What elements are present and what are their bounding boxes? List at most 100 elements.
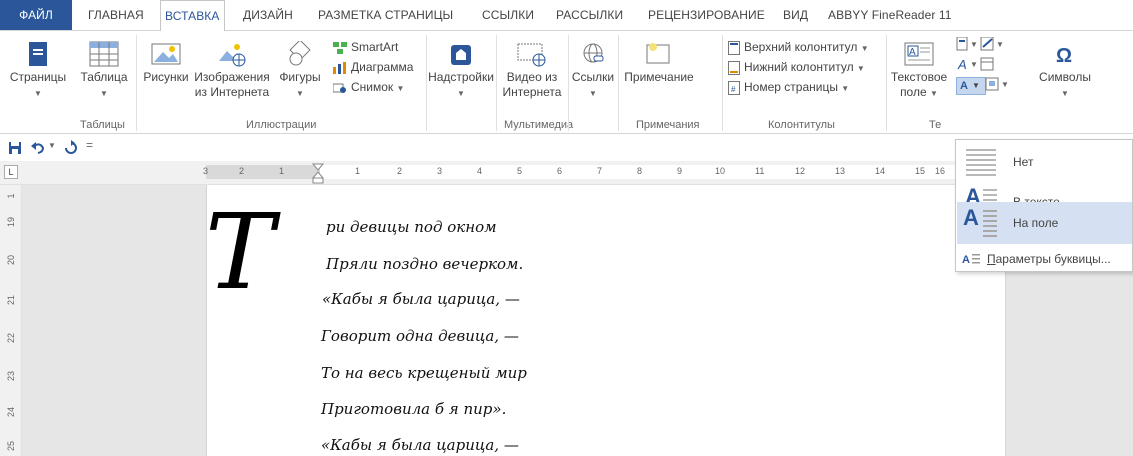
online-pictures-label-1: Изображения [194, 70, 270, 84]
tab-view[interactable]: ВИД [783, 0, 808, 30]
chevron-down-icon: ▼ [589, 89, 597, 98]
group-divider [568, 35, 569, 131]
pages-button[interactable]: Страницы ▼ [6, 41, 70, 101]
poem-line[interactable]: Говорит одна девица, — [321, 327, 519, 345]
dropcap-options-item[interactable]: A Параметры буквицы... [957, 247, 1132, 271]
vertical-ruler[interactable]: 1 19 20 21 22 23 24 25 [0, 185, 22, 456]
screenshot-button[interactable]: Снимок ▼ [333, 79, 404, 97]
poem-line[interactable]: То на весь крещеный мир [321, 364, 527, 382]
svg-text:A: A [962, 254, 970, 266]
dropcap-option-in-margin-label: На поле [1013, 216, 1059, 230]
chart-button[interactable]: Диаграмма [333, 59, 413, 75]
textbox-label-1: Текстовое [890, 70, 948, 84]
comment-button[interactable]: Примечание [620, 41, 698, 85]
symbols-button[interactable]: Ω Символы ▼ [1035, 41, 1095, 101]
date-time-button[interactable] [980, 57, 994, 75]
ruler-tick: 7 [597, 166, 603, 176]
redo-icon[interactable] [63, 140, 79, 156]
ruler-tick: 19 [6, 217, 16, 228]
header-button[interactable]: Верхний колонтитул ▼ [728, 39, 869, 57]
shapes-icon [289, 41, 311, 66]
svg-text:▼: ▼ [1001, 80, 1009, 89]
ruler-tick: 15 [915, 166, 926, 176]
poem-line[interactable]: Пряли поздно вечерком. [326, 255, 523, 273]
dropcap-options-icon: A [962, 254, 980, 266]
group-label-comments: Примечания [636, 119, 700, 131]
tab-selector-icon[interactable]: L [4, 165, 18, 179]
screenshot-icon [333, 83, 346, 93]
ruler-tick: 24 [6, 407, 16, 418]
screenshot-label: Снимок [351, 80, 394, 94]
tab-page-layout[interactable]: РАЗМЕТКА СТРАНИЦЫ [318, 0, 453, 30]
ruler-tick: 13 [835, 166, 846, 176]
tab-review[interactable]: РЕЦЕНЗИРОВАНИЕ [648, 0, 765, 30]
textbox-button[interactable]: A Текстовое поле ▼ [888, 41, 950, 101]
online-picture-icon [219, 44, 246, 67]
page-number-button[interactable]: # Номер страницы ▼ [728, 79, 849, 97]
chevron-down-icon: ▼ [860, 44, 869, 53]
online-video-button[interactable]: Видео из Интернета [500, 41, 564, 100]
chevron-down-icon: ▼ [856, 64, 865, 73]
page-number-label: Номер страницы [744, 80, 838, 94]
signature-icon: ▼ [980, 36, 1004, 51]
tab-insert[interactable]: ВСТАВКА [160, 0, 225, 31]
pictures-button[interactable]: Рисунки [138, 41, 194, 85]
ruler-tick: 3 [437, 166, 443, 176]
poem-line[interactable]: Приготовила б я пир». [321, 400, 506, 418]
footer-button[interactable]: Нижний колонтитул ▼ [728, 59, 865, 77]
group-divider [618, 35, 619, 131]
tab-mailings[interactable]: РАССЫЛКИ [556, 0, 623, 30]
svg-text:A: A [963, 206, 979, 230]
table-icon [89, 41, 119, 67]
group-divider [136, 35, 137, 131]
ruler-tick: 20 [6, 255, 16, 266]
ruler-tick: 23 [6, 371, 16, 382]
undo-icon[interactable] [30, 140, 46, 156]
table-button[interactable]: Таблица ▼ [76, 41, 132, 101]
dropcap-letter[interactable]: Т [205, 200, 274, 304]
dropcap-option-in-margin[interactable]: A На поле [957, 202, 1132, 244]
chevron-down-icon: ▼ [296, 89, 304, 98]
undo-dropdown-icon[interactable]: ▼ [48, 141, 56, 150]
svg-text:A: A [960, 80, 968, 92]
pictures-label: Рисунки [143, 70, 189, 84]
save-icon[interactable] [8, 141, 22, 155]
addins-button[interactable]: Надстройки ▼ [428, 41, 494, 101]
dropcap-button[interactable]: A ▼ [956, 77, 986, 95]
smartart-button[interactable]: SmartArt [333, 39, 398, 55]
tab-design[interactable]: ДИЗАЙН [243, 0, 293, 30]
tab-file[interactable]: ФАЙЛ [0, 0, 72, 30]
ruler-tick: 10 [715, 166, 726, 176]
dropcap-menu: Нет A В тексте A На поле A Параметры бук… [955, 139, 1133, 272]
online-video-icon [517, 43, 546, 67]
omega-icon: Ω [1056, 45, 1072, 67]
poem-line[interactable]: «Кабы я была царица, — [321, 436, 519, 454]
chevron-down-icon: ▼ [34, 89, 42, 98]
ruler-tick: 4 [477, 166, 483, 176]
ruler-tick: 2 [397, 166, 403, 176]
ruler-tick: 6 [557, 166, 563, 176]
dropcap-option-none[interactable]: Нет [957, 141, 1132, 183]
links-button[interactable]: Ссылки ▼ [570, 41, 616, 101]
picture-icon [151, 43, 181, 65]
tab-abbyy[interactable]: ABBYY FineReader 11 [828, 0, 952, 30]
signature-line-button[interactable]: ▼ [980, 36, 1010, 55]
shapes-button[interactable]: Фигуры ▼ [272, 41, 328, 101]
object-button[interactable]: ▼ [985, 77, 1015, 95]
table-label: Таблица [80, 70, 128, 84]
poem-line[interactable]: «Кабы я была царица, — [322, 290, 520, 308]
chart-label: Диаграмма [351, 60, 414, 74]
customize-qat-icon[interactable]: = [86, 138, 93, 152]
svg-text:A: A [957, 57, 967, 71]
tab-home[interactable]: ГЛАВНАЯ [88, 0, 144, 30]
tab-references[interactable]: ССЫЛКИ [482, 0, 534, 30]
svg-text:A: A [909, 47, 916, 58]
poem-line[interactable]: ри девицы под окном [326, 218, 497, 236]
indent-marker-icon[interactable] [312, 163, 324, 185]
online-video-label-2: Интернета [502, 85, 562, 99]
ruler-tick: 12 [795, 166, 806, 176]
chevron-down-icon: ▼ [100, 89, 108, 98]
online-pictures-label-2: из Интернета [194, 85, 270, 99]
ruler-tick: 5 [517, 166, 523, 176]
online-pictures-button[interactable]: Изображения из Интернета [192, 41, 272, 100]
